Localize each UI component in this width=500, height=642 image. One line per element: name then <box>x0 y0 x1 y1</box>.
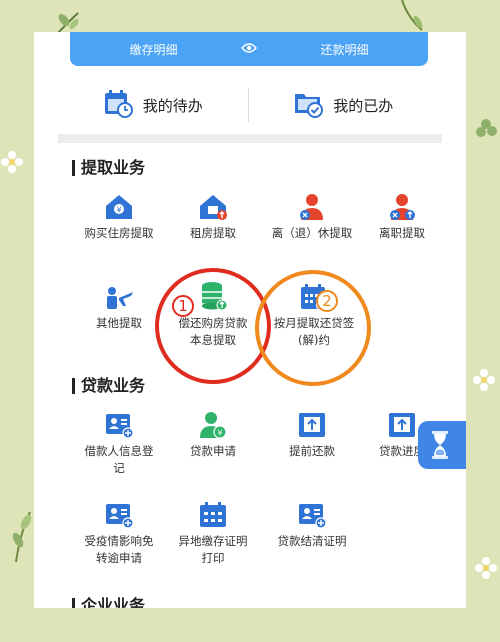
flower-right-icon <box>473 369 495 391</box>
loan-item-settlement-proof[interactable]: 贷款结清证明 <box>264 500 360 550</box>
person-yuan-icon: ¥ <box>200 412 227 439</box>
my-done-button[interactable]: 我的已办 <box>249 88 439 122</box>
clover-right-icon <box>476 119 497 137</box>
leaf-sprig-top-right <box>401 0 423 31</box>
upload-tray-icon <box>299 413 325 437</box>
my-pending-button[interactable]: 我的待办 <box>58 88 248 122</box>
id-card-add-icon <box>299 504 327 529</box>
house-rent-icon <box>200 195 227 220</box>
withdrawal-section-title: 提取业务 <box>72 160 145 176</box>
person-leave-icon <box>390 194 415 220</box>
id-card-add-icon <box>106 504 134 529</box>
id-card-add-icon <box>106 414 134 439</box>
folder-check-icon <box>293 88 324 122</box>
loan-item-remote-deposit-proof[interactable]: 异地缴存证明打印 <box>165 500 261 567</box>
todo-row: 我的待办 我的已办 <box>58 85 438 125</box>
floating-assistant-button[interactable] <box>418 421 466 469</box>
withdrawal-item-retire[interactable]: 离（退）休提取 <box>264 192 360 242</box>
eye-icon[interactable] <box>237 42 261 57</box>
app-screen: 缴存明细 还款明细 我的待办 我的已办 提取业务 ¥ 购买住房提取 租房提取 离… <box>34 32 466 608</box>
upload-tray-icon <box>389 413 415 437</box>
section-separator <box>58 134 442 143</box>
calendar-clock-icon <box>103 88 133 122</box>
svg-text:¥: ¥ <box>116 206 121 215</box>
tab-deposit-details[interactable]: 缴存明细 <box>70 41 237 58</box>
leaf-sprig-bottom-left <box>12 511 32 563</box>
loan-section-title: 贷款业务 <box>72 378 145 394</box>
loan-item-prepay[interactable]: 提前还款 <box>264 410 360 460</box>
hourglass-icon <box>432 431 448 459</box>
my-pending-label: 我的待办 <box>142 96 203 115</box>
calendar-grid-icon <box>200 502 226 527</box>
person-retire-icon <box>300 194 323 220</box>
person-plane-icon <box>107 287 133 309</box>
svg-text:¥: ¥ <box>217 429 222 438</box>
annotation-number-2: 2 <box>316 290 338 312</box>
flower-left-icon <box>1 151 23 173</box>
highlight-circle-red <box>155 268 271 384</box>
loan-item-borrower-info[interactable]: 借款人信息登记 <box>71 410 167 477</box>
my-done-label: 我的已办 <box>333 96 394 115</box>
loan-item-epidemic-relief[interactable]: 受疫情影响免转逾申请 <box>71 500 167 567</box>
loan-item-apply[interactable]: ¥ 贷款申请 <box>165 410 261 460</box>
withdrawal-item-other[interactable]: 其他提取 <box>71 282 167 332</box>
withdrawal-item-rent[interactable]: 租房提取 <box>165 192 261 242</box>
house-yuan-icon: ¥ <box>106 195 132 219</box>
detail-tabs-bar: 缴存明细 还款明细 <box>70 32 428 66</box>
annotation-number-1: 1 <box>172 295 194 317</box>
tab-repayment-details[interactable]: 还款明细 <box>261 41 428 58</box>
withdrawal-item-buy-house[interactable]: ¥ 购买住房提取 <box>71 192 167 242</box>
highlight-circle-orange <box>255 270 371 386</box>
withdrawal-item-resign[interactable]: 离职提取 <box>354 192 450 242</box>
flower-bottom-right-icon <box>475 557 497 579</box>
corporate-section-title: 企业业务 <box>72 598 145 608</box>
